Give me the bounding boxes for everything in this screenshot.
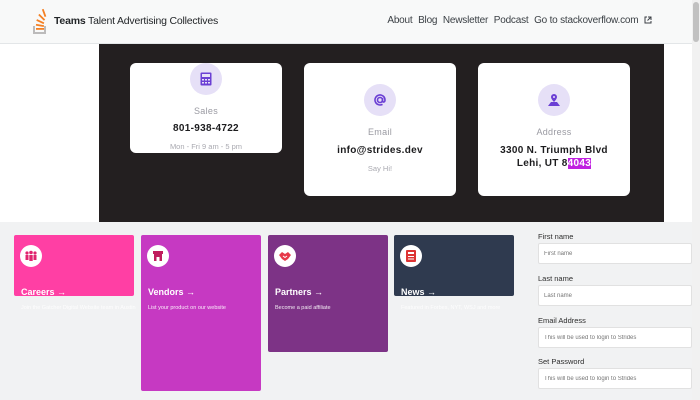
first-name-label: First name [538,232,574,241]
scrollbar-thumb[interactable] [693,2,699,42]
signup-form: First name Last name Email Address Set P… [532,222,692,400]
vendors-desc: List your product on our website [148,305,226,311]
calculator-icon [190,63,222,95]
nav-blog-link[interactable]: Blog [418,15,437,26]
top-nav: About Blog Newsletter Podcast Go to stac… [384,15,652,26]
nav-stackoverflow-link[interactable]: Go to stackoverflow.com [534,15,639,26]
nav-about-link[interactable]: About [387,15,412,26]
set-password-input[interactable] [538,368,692,389]
last-name-label: Last name [538,274,574,283]
address-line-1: 3300 N. Triumph Blvd [500,145,608,156]
address-line-2: Lehi, UT 84043 [478,157,630,170]
lower-section: Careers → Join the Gatcher Digital Websi… [0,222,692,400]
news-title: News → [401,287,437,297]
brand-text[interactable]: Teams Talent Advertising Collectives [54,15,218,27]
sales-label: Sales [193,106,218,116]
partners-desc: Become a paid affiliate [275,305,331,311]
email-address[interactable]: info@strides.dev [304,144,456,157]
brand-tail: Talent Advertising Collectives [88,15,219,27]
newspaper-icon [400,245,422,267]
top-bar: Teams Talent Advertising Collectives Abo… [0,0,692,44]
nav-podcast-link[interactable]: Podcast [494,15,529,26]
careers-tile[interactable]: Careers → Join the Gatcher Digital Websi… [14,235,136,311]
partners-title: Partners → [275,287,324,297]
at-sign-icon [364,84,396,116]
address-card: Address 3300 N. Triumph Blvd Lehi, UT 84… [478,63,630,196]
email-label: Email [367,127,392,137]
map-pin-icon [538,84,570,116]
vendors-tile[interactable]: Vendors → List your product on our websi… [141,235,261,391]
email-address-label: Email Address [538,316,586,325]
scrollbar[interactable] [692,0,700,400]
email-card: Email info@strides.dev Say Hi! [304,63,456,196]
people-icon [20,245,42,267]
last-name-input[interactable] [538,285,692,306]
sales-hours: Mon - Fri 9 am - 5 pm [169,142,243,151]
set-password-label: Set Password [538,357,585,366]
news-desc: Featured in Forbes, NYT, WSJ and more [401,305,501,311]
address-line-2-prefix: Lehi, UT 8 [516,158,568,169]
vendors-title: Vendors → [148,287,196,297]
email-address-input[interactable] [538,327,692,348]
contact-band: Sales 801-938-4722 Mon - Fri 9 am - 5 pm… [99,44,664,222]
sales-card: Sales 801-938-4722 Mon - Fri 9 am - 5 pm [130,63,282,153]
partners-tile[interactable]: Partners → Become a paid affiliate [268,235,388,352]
first-name-input[interactable] [538,243,692,264]
news-tile[interactable]: News → Featured in Forbes, NYT, WSJ and … [394,235,514,311]
careers-title: Careers → [21,287,67,297]
email-tagline: Say Hi! [367,164,393,173]
nav-newsletter-link[interactable]: Newsletter [443,15,488,26]
handshake-icon [274,245,296,267]
stack-logo-icon[interactable] [30,8,50,36]
brand-word: Teams [54,15,86,27]
sales-phone[interactable]: 801-938-4722 [130,122,282,135]
external-link-icon[interactable] [644,16,652,24]
careers-desc: Join the Gatcher Digital Website team in… [21,305,136,311]
storefront-icon [147,245,169,267]
address-label: Address [536,127,572,137]
address-text-selection: 4043 [567,158,592,169]
